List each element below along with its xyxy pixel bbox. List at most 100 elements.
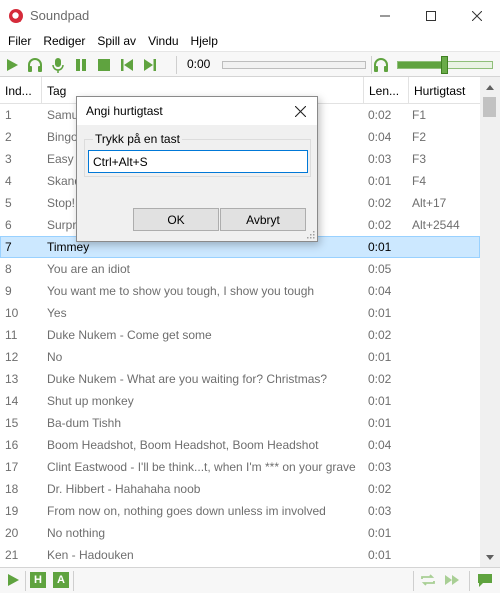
close-window-button[interactable] [454,0,500,31]
pause-icon [76,59,86,71]
row-length: 0:02 [368,108,392,122]
table-row[interactable]: 16 Boom Headshot, Boom Headshot, Boom Hea… [0,434,480,456]
row-hotkey [412,544,478,566]
toolbar-separator [176,56,177,74]
status-play-button[interactable] [5,572,21,588]
play-speakers-button[interactable] [26,56,44,74]
row-hotkey [412,236,478,258]
hotkey-group-box: Trykk på en tast [84,132,311,177]
row-tag: Duke Nukem - What are you waiting for? C… [47,372,328,386]
dialog-close-button[interactable] [291,102,309,120]
row-hotkey [412,478,478,500]
row-hotkey [412,434,478,456]
table-row[interactable]: 8 You are an idiot 0:05 [0,258,480,280]
table-row[interactable]: 11 Duke Nukem - Come get some 0:02 [0,324,480,346]
window-title: Soundpad [30,8,90,23]
row-hotkey: F1 [412,108,427,122]
title-bar: Soundpad [0,0,500,31]
minimize-button[interactable] [362,0,408,31]
hotkey-input[interactable] [88,150,308,173]
row-tag: Clint Eastwood - I'll be think...t, when… [47,460,356,474]
soundpad-logo-icon [9,8,23,23]
row-length: 0:04 [368,130,392,144]
volume-headphones-button[interactable] [372,56,390,74]
maximize-button[interactable] [408,0,454,31]
volume-thumb[interactable] [441,56,448,74]
row-hotkey [412,412,478,434]
menu-window[interactable]: Vindu [142,34,184,48]
row-length: 0:02 [368,328,392,342]
row-hotkey [412,500,478,522]
previous-button[interactable] [118,56,136,74]
row-tag: From now on, nothing goes down unless im… [47,504,326,518]
row-index: 9 [5,284,12,298]
table-row[interactable]: 13 Duke Nukem - What are you waiting for?… [0,368,480,390]
table-row[interactable]: 20 No nothing 0:01 [0,522,480,544]
row-length: 0:03 [368,460,392,474]
fast-forward-button[interactable] [444,572,460,588]
row-hotkey [412,522,478,544]
column-header-length[interactable]: Len... [364,77,409,104]
table-row[interactable]: 10 Yes 0:01 [0,302,480,324]
menu-edit[interactable]: Rediger [37,34,91,48]
resize-grip-icon[interactable] [306,230,315,239]
row-hotkey [412,390,478,412]
volume-slider[interactable] [397,56,493,74]
repeat-button[interactable] [420,572,436,588]
row-hotkey [412,302,478,324]
table-row[interactable]: 17 Clint Eastwood - I'll be think...t, wh… [0,456,480,478]
close-icon [294,105,306,117]
row-tag: Dr. Hibbert - Hahahaha noob [47,482,201,496]
play-button[interactable] [3,56,21,74]
column-header-hotkey[interactable]: Hurtigtast [409,77,480,104]
status-separator [25,571,26,591]
vertical-scrollbar[interactable] [480,77,500,567]
hotkey-dialog: Angi hurtigtast Trykk på en tast OK Avbr… [76,96,318,242]
seek-bar[interactable] [222,61,366,69]
stop-icon [98,59,110,71]
table-row[interactable]: 19 From now on, nothing goes down unless … [0,500,480,522]
table-row[interactable]: 12 No 0:01 [0,346,480,368]
menu-help[interactable]: Hjelp [185,34,224,48]
next-button[interactable] [141,56,159,74]
pause-button[interactable] [72,56,90,74]
scroll-down-button[interactable] [480,549,500,566]
play-microphone-button[interactable] [49,56,67,74]
table-row[interactable]: 9 You want me to show you tough, I show y… [0,280,480,302]
scrollbar-thumb[interactable] [483,97,496,117]
row-tag: Boom Headshot, Boom Headshot, Boom Heads… [47,438,319,452]
scroll-up-button[interactable] [480,79,500,96]
play-icon [7,59,18,71]
dialog-title-bar: Angi hurtigtast [77,97,317,125]
menu-file[interactable]: Filer [2,34,37,48]
row-index: 12 [5,350,19,364]
row-tag: Yes [47,306,67,320]
status-separator [73,571,74,591]
table-row[interactable]: 15 Ba-dum Tishh 0:01 [0,412,480,434]
row-hotkey: Alt+17 [412,196,447,210]
auto-toggle-button[interactable]: A [53,572,69,588]
menu-play[interactable]: Spill av [91,34,142,48]
column-header-index[interactable]: Ind... [0,77,42,104]
row-index: 14 [5,394,19,408]
hotkeys-toggle-button[interactable]: H [30,572,46,588]
dialog-title: Angi hurtigtast [86,104,163,118]
row-length: 0:05 [368,262,392,276]
row-length: 0:03 [368,152,392,166]
row-length: 0:04 [368,284,392,298]
row-hotkey [412,258,478,280]
cancel-button[interactable]: Avbryt [220,208,306,231]
table-row[interactable]: 18 Dr. Hibbert - Hahahaha noob 0:02 [0,478,480,500]
close-icon [472,10,482,21]
row-hotkey [412,324,478,346]
table-row[interactable]: 14 Shut up monkey 0:01 [0,390,480,412]
chat-button[interactable] [477,572,493,588]
ok-button[interactable]: OK [133,208,219,231]
stop-button[interactable] [95,56,113,74]
table-row[interactable]: 21 Ken - Hadouken 0:01 [0,544,480,566]
chevron-up-icon [486,85,494,90]
row-tag: Duke Nukem - Come get some [47,328,212,342]
row-length: 0:01 [368,350,392,364]
row-index: 8 [5,262,12,276]
microphone-icon [52,58,64,73]
